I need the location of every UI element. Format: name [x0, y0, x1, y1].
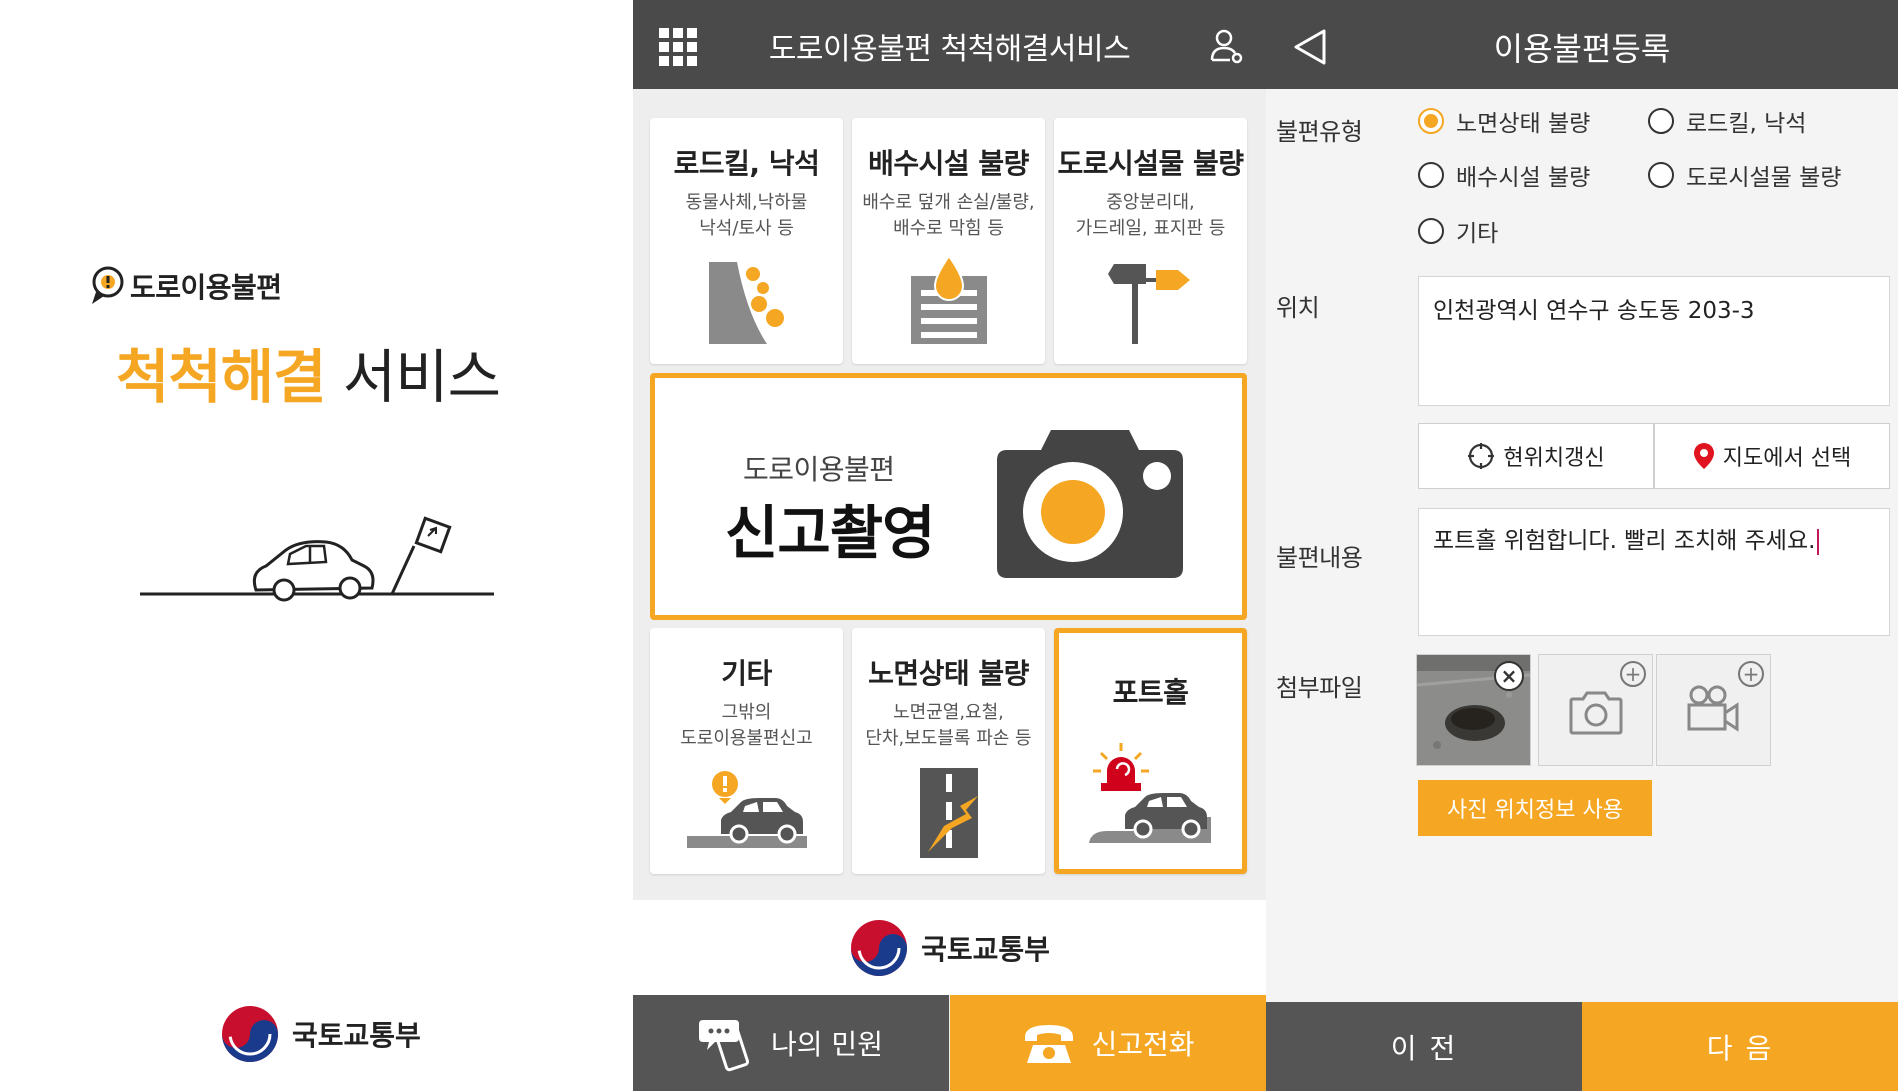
tile-title: 노면상태 불량 — [868, 657, 1029, 690]
report-main-label: 신고촬영 — [725, 499, 935, 567]
map-pin-icon — [1693, 443, 1714, 469]
radio-dot — [1648, 162, 1674, 188]
camera-icon — [997, 430, 1183, 578]
tile-road-surface[interactable]: 노면상태 불량 노면균열,요철, 단차,보도블록 파손 등 — [852, 628, 1045, 874]
report-sub-label: 도로이용불편 — [743, 453, 895, 486]
title-rest: 서비스 — [325, 343, 501, 411]
splash-sub-title: 도로이용불편 — [130, 271, 282, 304]
car-alert-icon — [686, 771, 807, 848]
ministry-name: 국토교통부 — [921, 932, 1050, 966]
splash-main-title: 척척해결 서비스 — [116, 330, 501, 414]
form-header: 이용불편등록 — [1266, 0, 1898, 89]
radio-road-facility[interactable]: 도로시설물 불량 — [1648, 158, 1841, 192]
radio-road-surface[interactable]: 노면상태 불량 — [1418, 104, 1590, 138]
user-icon[interactable] — [1206, 26, 1246, 66]
tile-title: 기타 — [721, 657, 772, 690]
radio-dot — [1418, 108, 1444, 134]
text-cursor — [1817, 528, 1820, 555]
use-photo-location-button[interactable]: 사진 위치정보 사용 — [1418, 780, 1652, 836]
radio-label: 도로시설물 불량 — [1686, 165, 1842, 191]
ministry-logo: 국토교통부 — [220, 1004, 421, 1064]
radio-dot — [1418, 218, 1444, 244]
tile-desc: 동물사체,낙하물 낙석/토사 등 — [685, 192, 808, 239]
radio-drainage[interactable]: 배수시설 불량 — [1418, 158, 1590, 192]
radio-roadkill[interactable]: 로드킬, 낙석 — [1648, 104, 1806, 138]
tile-roadkill[interactable]: 로드킬, 낙석 동물사체,낙하물 낙석/토사 등 — [650, 118, 843, 364]
menu-header: 도로이용불편 척척해결서비스 — [633, 0, 1266, 89]
telephone-icon — [1025, 1025, 1074, 1063]
camera-outline-icon — [1569, 691, 1623, 735]
ministry-logo: 국토교통부 — [633, 900, 1266, 995]
tile-pothole[interactable]: 포트홀 — [1054, 628, 1247, 874]
content-text: 포트홀 위험합니다. 빨리 조치해 주세요. — [1433, 528, 1816, 554]
menu-screen: 도로이용불편 척척해결서비스 로드킬, 낙석 동물사체,낙하물 낙석/토사 등 … — [633, 0, 1266, 1091]
form-header-title: 이용불편등록 — [1493, 30, 1671, 68]
select-on-map-label: 지도에서 선택 — [1722, 446, 1852, 471]
radio-label: 배수시설 불량 — [1456, 165, 1591, 191]
ministry-name: 국토교통부 — [292, 1019, 421, 1052]
tile-title: 포트홀 — [1112, 676, 1189, 709]
label-type: 불편유형 — [1276, 118, 1363, 146]
splash-screen: 도로이용불편 척척해결 서비스 국토교통부 — [0, 0, 633, 1091]
remove-photo-icon[interactable]: × — [1494, 661, 1524, 691]
tile-title: 배수시설 불량 — [868, 147, 1029, 180]
tile-desc: 중앙분리대, 가드레일, 표지판 등 — [1075, 192, 1226, 239]
plus-icon: + — [1738, 661, 1764, 687]
tile-desc: 노면균열,요철, 단차,보도블록 파손 등 — [865, 702, 1032, 749]
radio-label: 노면상태 불량 — [1456, 111, 1591, 137]
siren-car-icon — [1088, 743, 1211, 843]
content-field[interactable]: 포트홀 위험합니다. 빨리 조치해 주세요. — [1418, 508, 1890, 636]
menu-header-title: 도로이용불편 척척해결서비스 — [768, 32, 1131, 67]
title-highlight: 척척해결 — [116, 343, 326, 411]
video-camera-icon — [1687, 685, 1739, 732]
refresh-location-button[interactable]: 현위치갱신 — [1418, 423, 1654, 489]
tile-desc: 배수로 덮개 손실/불량, 배수로 막힘 등 — [862, 192, 1035, 239]
car-road-sign-illustration — [140, 516, 494, 602]
report-call-button[interactable]: 신고전화 — [950, 995, 1266, 1091]
select-on-map-button[interactable]: 지도에서 선택 — [1654, 423, 1890, 489]
refresh-location-label: 현위치갱신 — [1503, 446, 1605, 471]
add-photo-button[interactable]: + — [1538, 654, 1653, 766]
crosshair-icon — [1468, 443, 1495, 469]
tile-title: 도로시설물 불량 — [1057, 147, 1244, 180]
taegeuk-icon — [851, 919, 908, 976]
splash-subtitle: 도로이용불편 — [90, 266, 282, 306]
report-call-label: 신고전화 — [1091, 1028, 1195, 1061]
next-button[interactable]: 다 음 — [1582, 1002, 1898, 1091]
tile-desc: 그밖의 도로이용불편신고 — [680, 702, 813, 749]
falling-rock-icon — [708, 262, 784, 344]
report-photo-button[interactable]: 도로이용불편 신고촬영 — [650, 373, 1247, 620]
alert-bubble-icon — [92, 266, 124, 304]
register-form-screen: 이용불편등록 불편유형 노면상태 불량 로드킬, 낙석 배수시설 불량 도로시설… — [1266, 0, 1898, 1091]
plus-icon: + — [1620, 661, 1646, 687]
my-complaints-label: 나의 민원 — [771, 1028, 883, 1061]
my-complaints-button[interactable]: 나의 민원 — [633, 995, 949, 1091]
label-attach: 첨부파일 — [1276, 674, 1363, 702]
drain-water-icon — [910, 254, 987, 344]
radio-etc[interactable]: 기타 — [1418, 214, 1498, 248]
attached-photo-thumbnail[interactable]: × — [1416, 654, 1531, 766]
prev-button[interactable]: 이 전 — [1266, 1002, 1582, 1091]
radio-label: 기타 — [1456, 221, 1499, 247]
location-field[interactable]: 인천광역시 연수구 송도동 203-3 — [1418, 276, 1890, 406]
phone-chat-icon — [699, 1020, 750, 1072]
add-video-button[interactable]: + — [1656, 654, 1771, 766]
tile-etc[interactable]: 기타 그밖의 도로이용불편신고 — [650, 628, 843, 874]
label-location: 위치 — [1276, 294, 1320, 322]
tile-title: 로드킬, 낙석 — [673, 147, 820, 180]
radio-dot — [1648, 108, 1674, 134]
radio-label: 로드킬, 낙석 — [1686, 111, 1807, 137]
cracked-road-icon — [919, 768, 978, 858]
label-content: 불편내용 — [1276, 544, 1363, 572]
signpost-icon — [1107, 264, 1190, 344]
radio-dot — [1418, 162, 1444, 188]
tile-drainage[interactable]: 배수시설 불량 배수로 덮개 손실/불량, 배수로 막힘 등 — [852, 118, 1045, 364]
tile-road-facility[interactable]: 도로시설물 불량 중앙분리대, 가드레일, 표지판 등 — [1054, 118, 1247, 364]
taegeuk-icon — [222, 1006, 278, 1062]
